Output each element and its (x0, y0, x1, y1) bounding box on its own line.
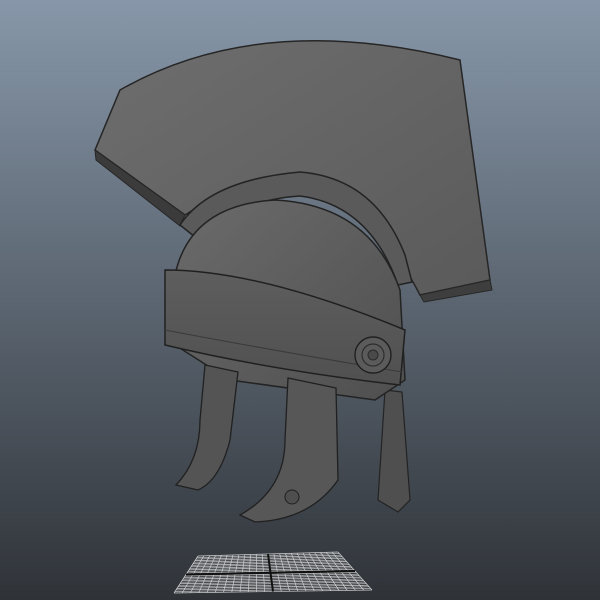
cheek-rivet-icon[interactable] (284, 489, 300, 505)
hinge-rivet-icon[interactable] (354, 336, 392, 374)
viewport-canvas[interactable] (0, 0, 600, 600)
3d-viewport[interactable] (0, 0, 600, 600)
